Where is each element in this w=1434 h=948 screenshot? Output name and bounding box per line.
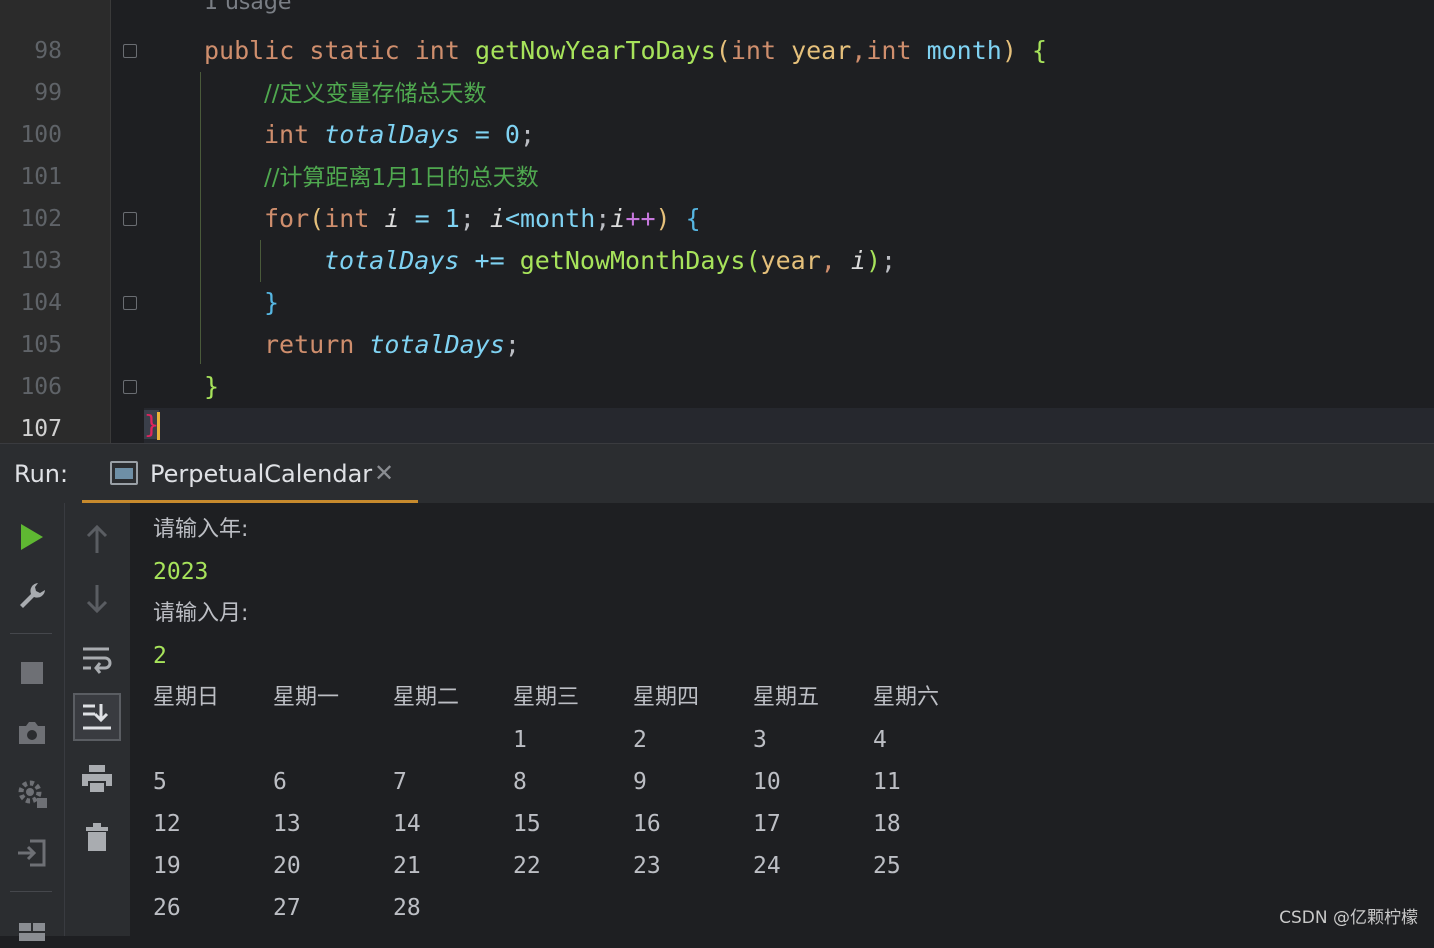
console-output[interactable]: 请输入年: 2023 请输入月: 2 星期日 星期一 星期二 星期三 星期四 星… <box>130 503 1434 936</box>
watermark: CSDN @亿颗柠檬 <box>1279 908 1418 928</box>
login-icon[interactable] <box>12 833 52 873</box>
calendar-day: 4 <box>873 727 887 753</box>
weekday-header: 星期一 <box>273 685 340 710</box>
line-number: 102 <box>20 206 62 232</box>
line-number: 104 <box>20 290 62 316</box>
prompt-year: 请输入年: <box>153 517 249 542</box>
calendar-day: 26 <box>153 895 181 921</box>
wrench-icon[interactable] <box>12 576 52 616</box>
toolbar-separator <box>10 891 52 892</box>
code-line-106: } <box>204 372 220 401</box>
settings-gear-icon[interactable] <box>12 773 52 813</box>
calendar-day: 9 <box>633 769 647 795</box>
fold-marker-icon[interactable] <box>123 44 137 58</box>
code-line-100: int totalDays = 0; <box>264 120 535 149</box>
calendar-day: 23 <box>633 853 661 879</box>
stop-icon[interactable] <box>12 653 52 693</box>
line-number: 103 <box>20 248 62 274</box>
toolbar-separator <box>10 633 52 634</box>
line-number: 106 <box>20 374 62 400</box>
line-number: 105 <box>20 332 62 358</box>
line-number: 99 <box>34 80 62 106</box>
tab-label[interactable]: PerpetualCalendar <box>150 460 372 488</box>
code-line-99: //定义变量存储总天数 <box>264 81 487 107</box>
weekday-header: 星期六 <box>873 685 940 710</box>
code-line-101: //计算距离1月1日的总天数 <box>264 165 539 191</box>
input-month: 2 <box>153 643 167 669</box>
calendar-day: 8 <box>513 769 527 795</box>
fold-end-marker-icon[interactable] <box>123 380 137 394</box>
calendar-day: 28 <box>393 895 421 921</box>
run-icon[interactable] <box>12 517 52 557</box>
indent-guide <box>200 72 201 364</box>
calendar-day: 5 <box>153 769 167 795</box>
calendar-day: 19 <box>153 853 181 879</box>
usage-hint[interactable]: 1 usage <box>204 0 291 15</box>
fold-end-marker-icon[interactable] <box>123 296 137 310</box>
camera-icon[interactable] <box>12 713 52 753</box>
current-line-number: 107 <box>20 416 62 442</box>
calendar-day: 17 <box>753 811 781 837</box>
console-tab-icon <box>110 461 138 485</box>
calendar-day: 11 <box>873 769 901 795</box>
calendar-day: 3 <box>753 727 767 753</box>
weekday-header: 星期四 <box>633 685 700 710</box>
run-toolbar-primary <box>0 503 64 941</box>
calendar-day: 2 <box>633 727 647 753</box>
weekday-header: 星期三 <box>513 685 580 710</box>
input-year: 2023 <box>153 559 209 585</box>
text-caret <box>157 412 160 440</box>
indent-guide <box>260 240 261 282</box>
down-arrow-icon[interactable] <box>77 579 117 619</box>
weekday-header: 星期日 <box>153 685 220 710</box>
calendar-day: 16 <box>633 811 661 837</box>
print-icon[interactable] <box>77 759 117 799</box>
code-line-104: } <box>264 288 280 317</box>
run-tool-window-header: Run: PerpetualCalendar ✕ <box>0 443 1434 504</box>
fold-marker-icon[interactable] <box>123 212 137 226</box>
run-toolbar-secondary <box>64 503 130 936</box>
calendar-day: 27 <box>273 895 301 921</box>
calendar-day: 18 <box>873 811 901 837</box>
code-line-103: totalDays += getNowMonthDays(year, i); <box>324 246 897 275</box>
calendar-day: 25 <box>873 853 901 879</box>
code-line-102: for(int i = 1; i<month;i++) { <box>264 204 701 233</box>
code-line-105: return totalDays; <box>264 330 520 359</box>
scroll-to-end-icon[interactable] <box>73 693 121 741</box>
calendar-day: 6 <box>273 769 287 795</box>
calendar-day: 14 <box>393 811 421 837</box>
weekday-header: 星期五 <box>753 685 820 710</box>
trash-icon[interactable] <box>77 817 117 857</box>
calendar-day: 7 <box>393 769 407 795</box>
line-number: 100 <box>20 122 62 148</box>
calendar-day: 13 <box>273 811 301 837</box>
calendar-day: 20 <box>273 853 301 879</box>
code-line-98: public static int getNowYearToDays(int y… <box>204 36 1048 65</box>
weekday-header: 星期二 <box>393 685 460 710</box>
current-line-highlight <box>0 408 1434 443</box>
calendar-day: 22 <box>513 853 541 879</box>
soft-wrap-icon[interactable] <box>77 639 117 679</box>
calendar-day: 12 <box>153 811 181 837</box>
line-number: 101 <box>20 164 62 190</box>
gutter-divider <box>110 0 111 443</box>
line-number: 98 <box>34 38 62 64</box>
prompt-month: 请输入月: <box>153 601 249 626</box>
layout-icon[interactable] <box>12 908 52 948</box>
up-arrow-icon[interactable] <box>77 519 117 559</box>
calendar-day: 10 <box>753 769 781 795</box>
calendar-day: 1 <box>513 727 527 753</box>
calendar-day: 21 <box>393 853 421 879</box>
calendar-day: 15 <box>513 811 541 837</box>
code-editor[interactable]: 98 99 100 101 102 103 104 105 106 107 1 … <box>0 0 1434 443</box>
calendar-day: 24 <box>753 853 781 879</box>
close-icon[interactable]: ✕ <box>374 459 394 487</box>
run-label: Run: <box>14 460 69 488</box>
